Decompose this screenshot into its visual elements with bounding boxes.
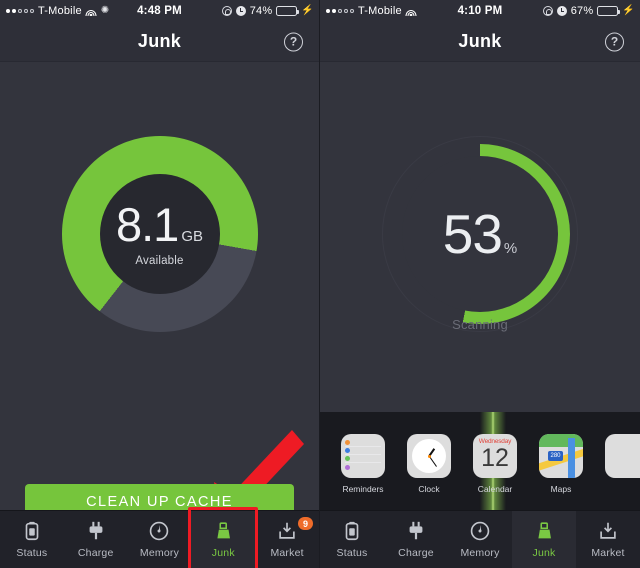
tab-charge[interactable]: Charge (384, 511, 448, 568)
tab-market[interactable]: 9 Market (255, 511, 319, 568)
phone-screen-left: T-Mobile ✺ 4:48 PM 74% ⚡ Junk ? 8.1 GB A… (0, 0, 320, 568)
tab-market[interactable]: Market (576, 511, 640, 568)
tab-junk[interactable]: Junk (512, 511, 576, 568)
scan-percent-symbol: % (503, 239, 518, 257)
app-item[interactable]: Clock (404, 434, 454, 494)
nav-bar: Junk ? (320, 22, 640, 62)
status-bar-clock: 4:10 PM (457, 5, 503, 17)
tab-memory[interactable]: Memory (128, 511, 192, 568)
battery-status-icon (341, 520, 363, 542)
market-download-icon (276, 520, 298, 542)
scan-progress-ring: 53 % (382, 136, 578, 332)
tab-status-label: Status (336, 547, 368, 559)
tab-bar: Status Charge Memory (0, 507, 319, 568)
storage-amount: 8.1 GB (116, 201, 203, 248)
calendar-app-icon: Wednesday 12 (473, 434, 517, 478)
tab-junk-label: Junk (532, 547, 556, 559)
status-bar: T-Mobile ✺ 4:48 PM 74% ⚡ (0, 0, 319, 22)
reminders-app-icon (341, 434, 385, 478)
gauge-memory-icon (148, 520, 170, 542)
battery-status-icon (21, 520, 43, 542)
tab-junk[interactable]: Junk (188, 507, 259, 568)
maps-shield-label: 280 (548, 451, 563, 461)
main-content: 8.1 GB Available CLEAN UP CACHE Status C… (0, 62, 319, 568)
battery-icon (276, 6, 300, 16)
tab-bar: Status Charge Memory (320, 510, 640, 568)
scan-percent: 53 % (442, 202, 518, 265)
tab-charge-label: Charge (398, 547, 434, 559)
app-label: Reminders (342, 484, 384, 494)
clock-app-icon (407, 434, 451, 478)
app-item[interactable]: Reminders (338, 434, 388, 494)
tab-charge-label: Charge (77, 547, 114, 559)
maps-app-icon: 280 (539, 434, 583, 478)
help-question-icon[interactable]: ? (605, 32, 624, 51)
calendar-day-number: 12 (481, 444, 509, 472)
help-question-icon[interactable]: ? (284, 32, 303, 51)
app-icon-strip: Reminders Clock Wednesday 12 Calendar 28… (320, 412, 640, 510)
market-download-icon (597, 520, 619, 542)
tab-junk-label: Junk (211, 547, 235, 559)
nav-bar: Junk ? (0, 22, 319, 62)
rotation-lock-icon (221, 6, 232, 16)
phone-screen-right: T-Mobile 4:10 PM 67% ⚡ Junk ? 53 % Scann… (320, 0, 640, 568)
gauge-memory-icon (469, 520, 491, 542)
app-label: Maps (550, 484, 572, 494)
ring-center: 53 % (402, 156, 558, 312)
page-title: Junk (458, 31, 502, 51)
battery-icon (597, 6, 621, 16)
storage-value: 8.1 (115, 198, 179, 251)
tab-status[interactable]: Status (0, 511, 64, 568)
app-item[interactable] (602, 434, 640, 494)
screenshot-pair: T-Mobile ✺ 4:48 PM 74% ⚡ Junk ? 8.1 GB A… (0, 0, 640, 568)
tab-charge[interactable]: Charge (64, 511, 128, 568)
page-title: Junk (137, 31, 182, 51)
scan-percent-value: 53 (442, 202, 503, 265)
tab-memory-label: Memory (139, 547, 180, 559)
broom-junk-icon (533, 520, 555, 542)
plug-charge-icon (405, 520, 427, 542)
alarm-clock-icon (235, 6, 246, 16)
app-label: Calendar (477, 484, 513, 494)
tab-memory-label: Memory (460, 547, 500, 559)
partial-app-icon (605, 434, 640, 478)
status-bar-clock: 4:48 PM (137, 5, 182, 17)
storage-caption: Available (135, 255, 184, 267)
tab-market-label: Market (591, 547, 625, 559)
app-item[interactable]: 280 Maps (536, 434, 586, 494)
storage-unit: GB (181, 228, 204, 245)
tab-market-label: Market (270, 547, 304, 559)
broom-junk-icon (212, 520, 234, 542)
plug-charge-icon (85, 520, 107, 542)
tab-memory[interactable]: Memory (448, 511, 512, 568)
app-list: Reminders Clock Wednesday 12 Calendar 28… (320, 434, 640, 494)
market-badge: 9 (297, 517, 313, 530)
donut-center: 8.1 GB Available (99, 174, 220, 294)
rotation-lock-icon (542, 6, 553, 16)
scanning-status-label: Scanning (452, 317, 508, 332)
alarm-clock-icon (556, 6, 567, 16)
storage-donut-chart: 8.1 GB Available (61, 136, 258, 332)
clean-up-cache-label: CLEAN UP CACHE (86, 494, 233, 510)
tab-status[interactable]: Status (320, 511, 384, 568)
app-item[interactable]: Wednesday 12 Calendar (470, 434, 520, 494)
app-label: Clock (418, 484, 440, 494)
status-bar: T-Mobile 4:10 PM 67% ⚡ (320, 0, 640, 22)
main-content: 53 % Scanning Reminders Clock Wednesday … (320, 62, 640, 568)
tab-status-label: Status (16, 547, 48, 559)
